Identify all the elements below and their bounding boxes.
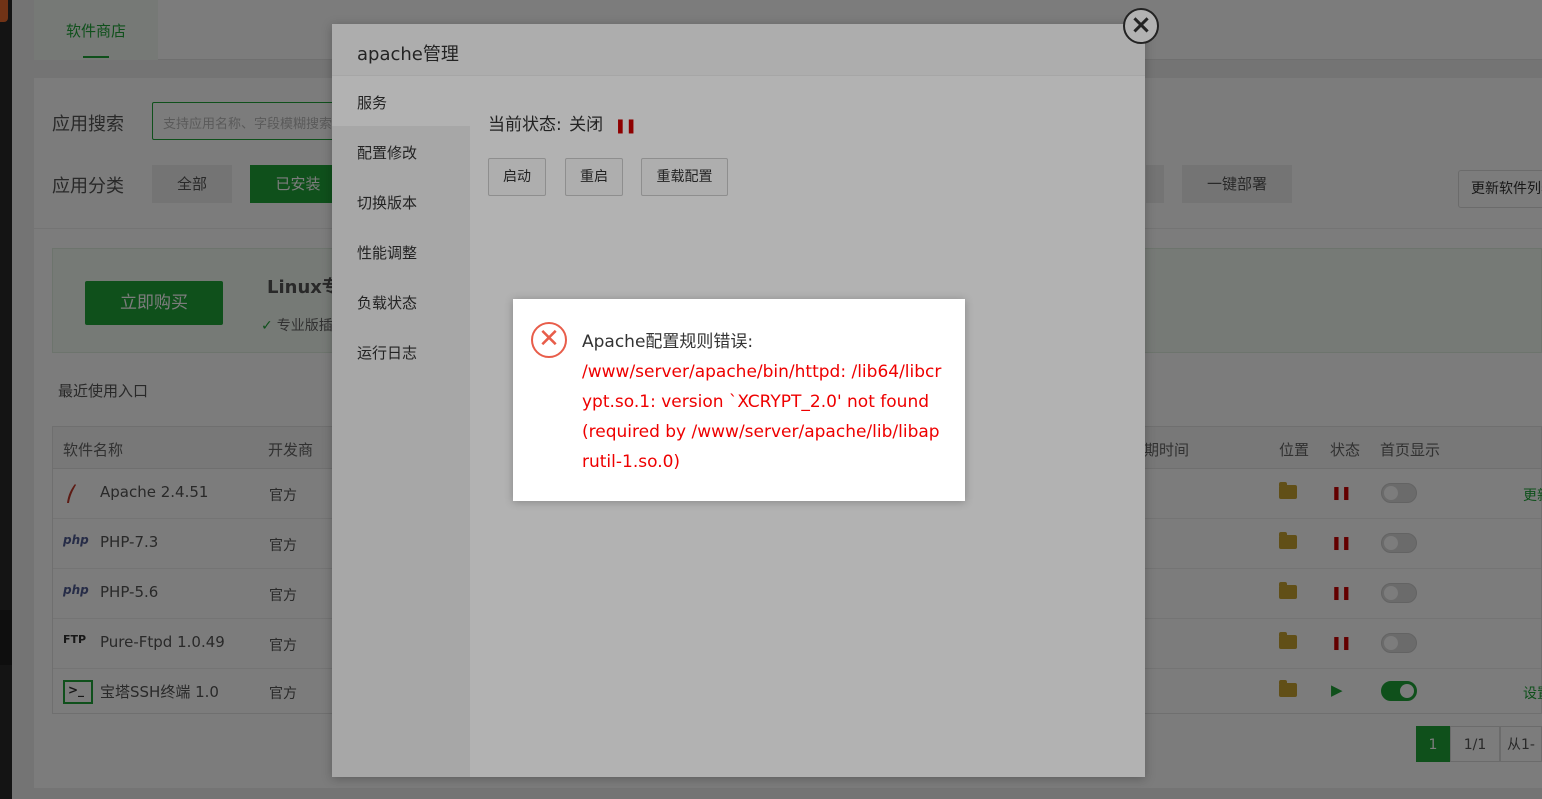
error-icon: ✕ bbox=[531, 322, 567, 358]
error-message: Apache配置规则错误: /www/server/apache/bin/htt… bbox=[582, 327, 942, 477]
error-title: Apache配置规则错误: bbox=[582, 332, 754, 352]
error-dialog: ✕ Apache配置规则错误: /www/server/apache/bin/h… bbox=[513, 299, 965, 501]
error-detail: /www/server/apache/bin/httpd: /lib64/lib… bbox=[582, 362, 942, 472]
